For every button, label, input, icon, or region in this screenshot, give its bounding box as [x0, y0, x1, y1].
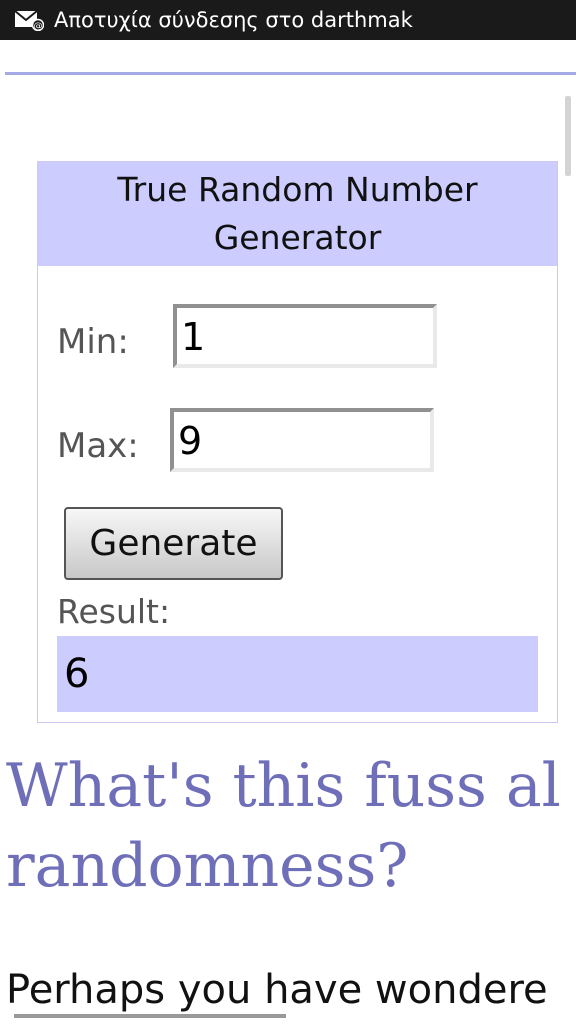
- result-value: 6: [57, 636, 538, 712]
- mail-alert-icon: @: [14, 9, 44, 31]
- svg-text:@: @: [34, 22, 43, 32]
- min-input[interactable]: 1: [173, 304, 437, 368]
- article-heading: What's this fuss al randomness?: [6, 746, 576, 906]
- generate-button[interactable]: Generate: [64, 507, 283, 580]
- status-bar: @ Αποτυχία σύνδεσης στο darthmak: [0, 0, 576, 40]
- widget-title: True Random Number Generator: [117, 170, 478, 257]
- random-number-widget: True Random Number Generator Min: 1 Max:…: [37, 161, 558, 723]
- article-heading-line-2: randomness?: [6, 831, 409, 901]
- top-divider: [5, 72, 576, 75]
- article-intro-text: Perhaps you have wondere: [6, 967, 548, 1013]
- page-scrollbar[interactable]: [565, 96, 571, 176]
- min-label: Min:: [57, 322, 129, 362]
- max-input[interactable]: 9: [170, 408, 434, 472]
- article-heading-line-1: What's this fuss al: [6, 751, 561, 821]
- max-label: Max:: [57, 426, 139, 466]
- link-underline: [14, 1014, 286, 1018]
- status-notification-text: Αποτυχία σύνδεσης στο darthmak: [54, 8, 413, 32]
- widget-header: True Random Number Generator: [38, 162, 557, 266]
- result-label: Result:: [57, 592, 171, 631]
